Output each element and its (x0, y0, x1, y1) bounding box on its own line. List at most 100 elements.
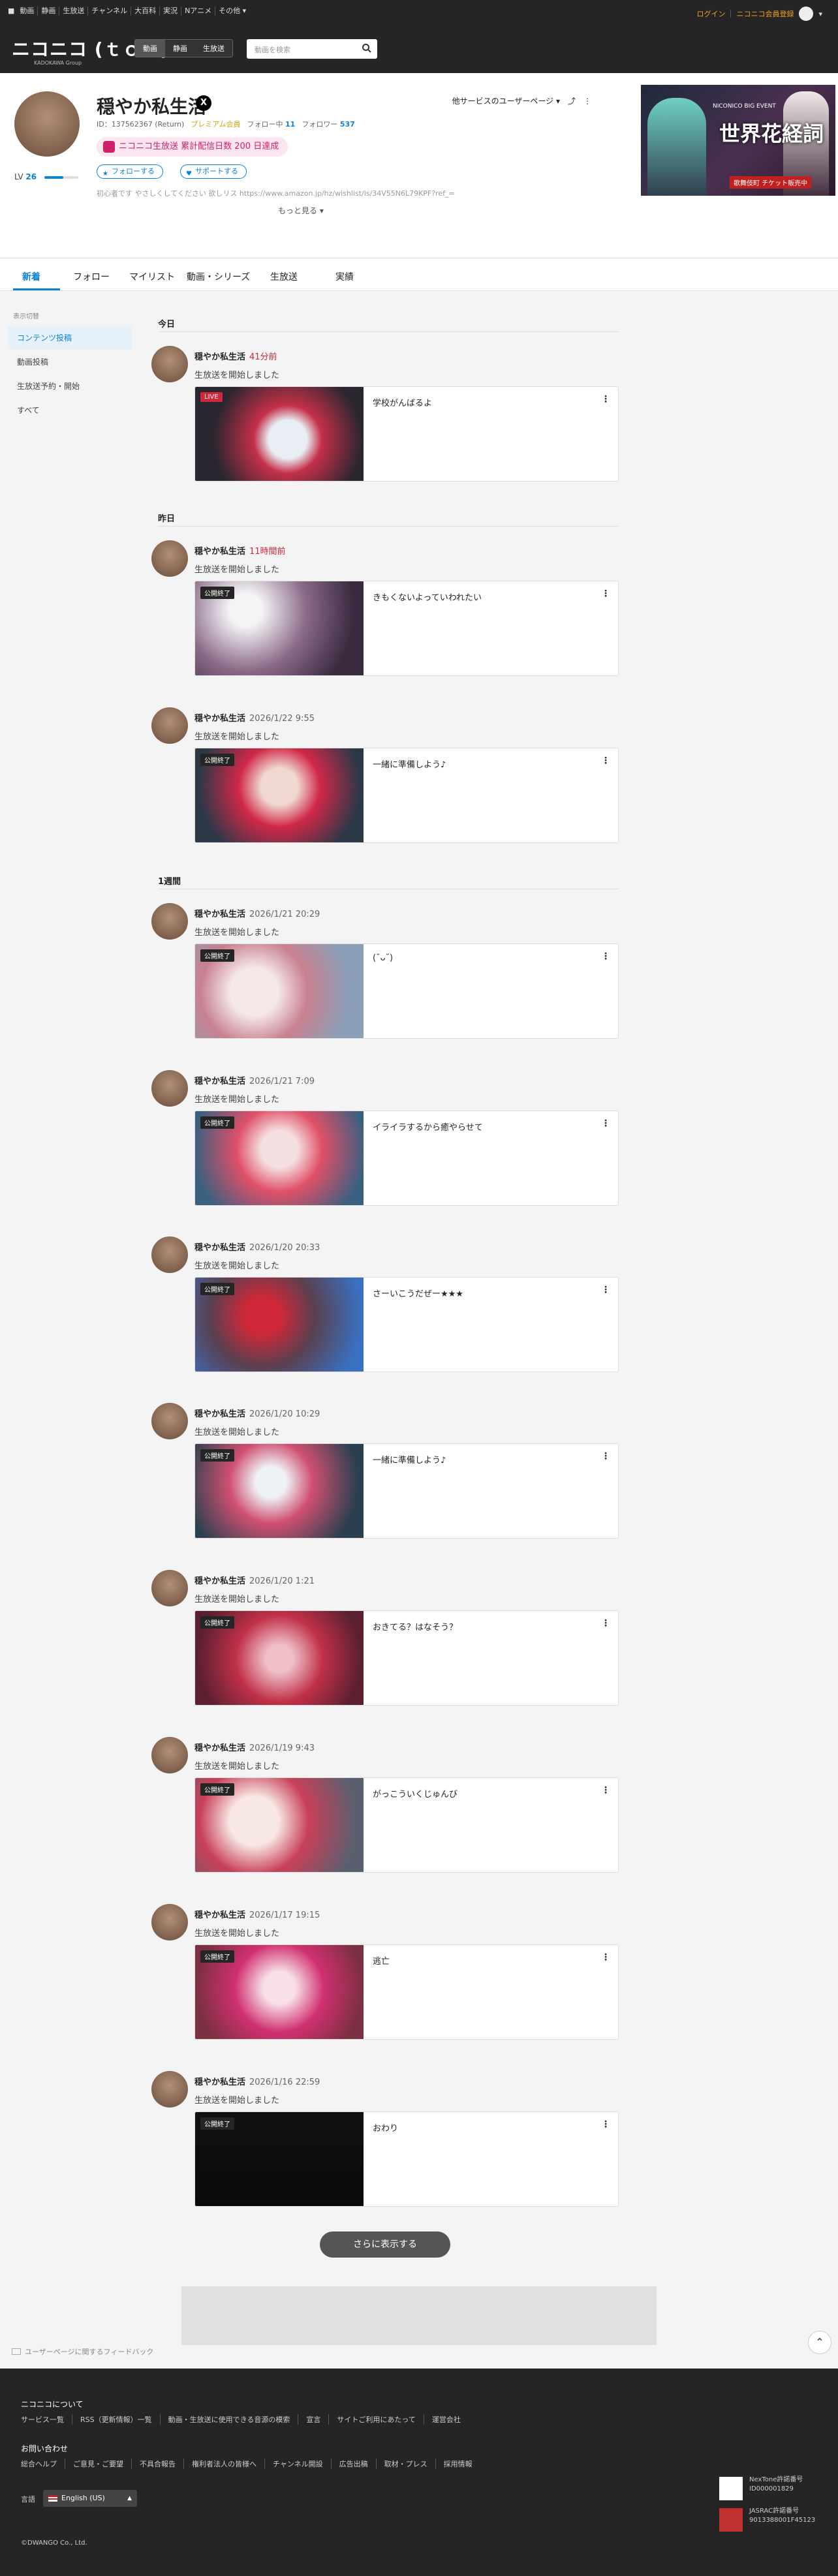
author-name[interactable]: 穏やか私生活 11時間前 (194, 544, 286, 557)
nav-item-live[interactable]: 生放送 (59, 7, 87, 16)
user-avatar-icon[interactable] (799, 7, 814, 21)
live-title[interactable]: おわり (373, 2121, 398, 2134)
footer-link[interactable]: ご意見・ご要望 (65, 2459, 131, 2469)
live-card[interactable]: 公開終了 逃亡 ⋮ (194, 1944, 619, 2040)
author-avatar[interactable] (151, 1070, 188, 1107)
nav-item-jikkyo[interactable]: 実況 (159, 7, 181, 16)
search-input[interactable]: 動画を検索 (247, 39, 377, 59)
live-title[interactable]: イライラするから癒やらせて (373, 1120, 483, 1133)
nav-item-video[interactable]: 動画 (18, 7, 37, 16)
footer-link[interactable]: 宣言 (298, 2414, 328, 2425)
live-card[interactable]: 公開終了 (˘ᴗ˘) ⋮ (194, 943, 619, 1039)
live-title[interactable]: きもくないよっていわれたい (373, 590, 482, 603)
live-card[interactable]: 公開終了 おわり ⋮ (194, 2111, 619, 2207)
footer-link[interactable]: 取材・プレス (375, 2459, 435, 2469)
footer-link[interactable]: 運営会社 (423, 2414, 469, 2425)
nav-item-anime[interactable]: Nアニメ (181, 7, 215, 16)
author-avatar[interactable] (151, 707, 188, 744)
author-name[interactable]: 穏やか私生活 2026/1/20 1:21 (194, 1574, 315, 1586)
live-card[interactable]: LIVE 学校がんばるよ ⋮ (194, 386, 619, 482)
scroll-top-button[interactable]: ⌃ (808, 2331, 831, 2354)
author-avatar[interactable] (151, 903, 188, 940)
tab-video-series[interactable]: 動画・シリーズ (187, 270, 250, 283)
filter-video[interactable]: 動画投稿 (8, 350, 132, 374)
live-card[interactable]: 公開終了 さーいこうだぜー★★★ ⋮ (194, 1277, 619, 1372)
kebab-menu-icon[interactable]: ⋮ (583, 97, 591, 106)
footer-link[interactable]: 採用情報 (435, 2459, 480, 2469)
scope-video[interactable]: 動画 (135, 40, 165, 57)
kebab-menu-icon[interactable]: ⋮ (601, 2120, 610, 2129)
login-link[interactable]: ログイン (696, 8, 725, 19)
kebab-menu-icon[interactable]: ⋮ (601, 1953, 610, 1962)
search-icon[interactable] (362, 43, 372, 54)
footer-link[interactable]: 不具合報告 (131, 2459, 183, 2469)
footer-link[interactable]: チャンネル開設 (264, 2459, 331, 2469)
author-avatar[interactable] (151, 1737, 188, 1773)
kebab-menu-icon[interactable]: ⋮ (601, 1786, 610, 1795)
filter-live[interactable]: 生放送予約・開始 (8, 374, 132, 398)
kebab-menu-icon[interactable]: ⋮ (601, 1285, 610, 1295)
kebab-menu-icon[interactable]: ⋮ (601, 1119, 610, 1128)
author-name[interactable]: 穏やか私生活 41分前 (194, 350, 277, 362)
live-card[interactable]: 公開終了 おきてる？はなそう？ ⋮ (194, 1610, 619, 1706)
live-card[interactable]: 公開終了 一緒に準備しよう♪ ⋮ (194, 748, 619, 843)
tab-mylist[interactable]: マイリスト (129, 270, 175, 283)
footer-link[interactable]: 総合ヘルプ (21, 2459, 65, 2469)
footer-link[interactable]: サービス一覧 (21, 2414, 72, 2425)
filter-contents[interactable]: コンテンツ投稿 (8, 326, 132, 350)
author-name[interactable]: 穏やか私生活 2026/1/22 9:55 (194, 711, 315, 724)
author-avatar[interactable] (151, 2071, 188, 2108)
author-name[interactable]: 穏やか私生活 2026/1/17 19:15 (194, 1908, 320, 1920)
nav-item-more[interactable]: その他 ▾ (215, 7, 249, 16)
footer-link[interactable]: サイトご利用にあたって (328, 2414, 423, 2425)
support-button[interactable]: ♥ サポートする (180, 164, 247, 179)
live-card[interactable]: 公開終了 イライラするから癒やらせて ⋮ (194, 1111, 619, 1206)
live-title[interactable]: 逃亡 (373, 1954, 390, 1967)
nav-item-channel[interactable]: チャンネル (87, 7, 131, 16)
live-title[interactable]: がっこういくじゅんび (373, 1787, 458, 1800)
scope-live[interactable]: 生放送 (195, 40, 232, 57)
author-name[interactable]: 穏やか私生活 2026/1/20 10:29 (194, 1407, 320, 1419)
author-name[interactable]: 穏やか私生活 2026/1/21 20:29 (194, 907, 320, 919)
footer-link[interactable]: 広告出稿 (330, 2459, 376, 2469)
footer-link[interactable]: RSS（更新情報）一覧 (72, 2414, 160, 2425)
author-avatar[interactable] (151, 1236, 188, 1273)
footer-link[interactable]: 動画・生放送に使用できる音源の模索 (159, 2414, 298, 2425)
scope-seiga[interactable]: 静画 (165, 40, 195, 57)
live-card[interactable]: 公開終了 がっこういくじゅんび ⋮ (194, 1777, 619, 1873)
nav-item-seiga[interactable]: 静画 (37, 7, 59, 16)
kebab-menu-icon[interactable]: ⋮ (601, 756, 610, 765)
share-icon[interactable]: ⤴ (568, 95, 576, 106)
kebab-menu-icon[interactable]: ⋮ (601, 1452, 610, 1461)
live-card[interactable]: 公開終了 きもくないよっていわれたい ⋮ (194, 581, 619, 676)
other-services-link[interactable]: 他サービスのユーザーページ ▾ (452, 95, 560, 106)
live-card[interactable]: 公開終了 一緒に準備しよう♪ ⋮ (194, 1443, 619, 1539)
follower-count[interactable]: フォロワー 537 (302, 119, 354, 129)
live-title[interactable]: 学校がんばるよ (373, 396, 432, 408)
author-name[interactable]: 穏やか私生活 2026/1/19 9:43 (194, 1741, 315, 1753)
author-avatar[interactable] (151, 346, 188, 382)
x-link-icon[interactable]: X (196, 95, 211, 111)
live-title[interactable]: おきてる？はなそう？ (373, 1620, 458, 1633)
event-banner[interactable]: NICONICO BIG EVENT 世界花経詞 歌舞伎町 チケット販売中 (641, 85, 835, 196)
nav-item-dic[interactable]: 大百科 (131, 7, 159, 16)
kebab-menu-icon[interactable]: ⋮ (601, 589, 610, 598)
follow-count[interactable]: フォロー中 11 (247, 119, 296, 129)
author-avatar[interactable] (151, 1403, 188, 1439)
tab-live[interactable]: 生放送 (270, 270, 298, 283)
live-title[interactable]: 一緒に準備しよう♪ (373, 758, 446, 770)
live-title[interactable]: 一緒に準備しよう♪ (373, 1453, 446, 1465)
show-more-button[interactable]: さらに表示する (320, 2231, 450, 2258)
tab-follow[interactable]: フォロー (73, 270, 110, 283)
tab-achievements[interactable]: 実績 (335, 270, 354, 283)
author-avatar[interactable] (151, 1904, 188, 1940)
kebab-menu-icon[interactable]: ⋮ (601, 1619, 610, 1628)
kebab-menu-icon[interactable]: ⋮ (601, 952, 610, 961)
follow-button[interactable]: ★ フォローする (97, 164, 163, 179)
live-title[interactable]: さーいこうだぜー★★★ (373, 1287, 463, 1299)
author-name[interactable]: 穏やか私生活 2026/1/20 20:33 (194, 1240, 320, 1253)
author-name[interactable]: 穏やか私生活 2026/1/16 22:59 (194, 2075, 320, 2087)
feedback-link[interactable]: ユーザーページに関するフィードバック (12, 2346, 153, 2357)
filter-all[interactable]: すべて (8, 398, 132, 422)
live-title[interactable]: (˘ᴗ˘) (373, 953, 393, 963)
